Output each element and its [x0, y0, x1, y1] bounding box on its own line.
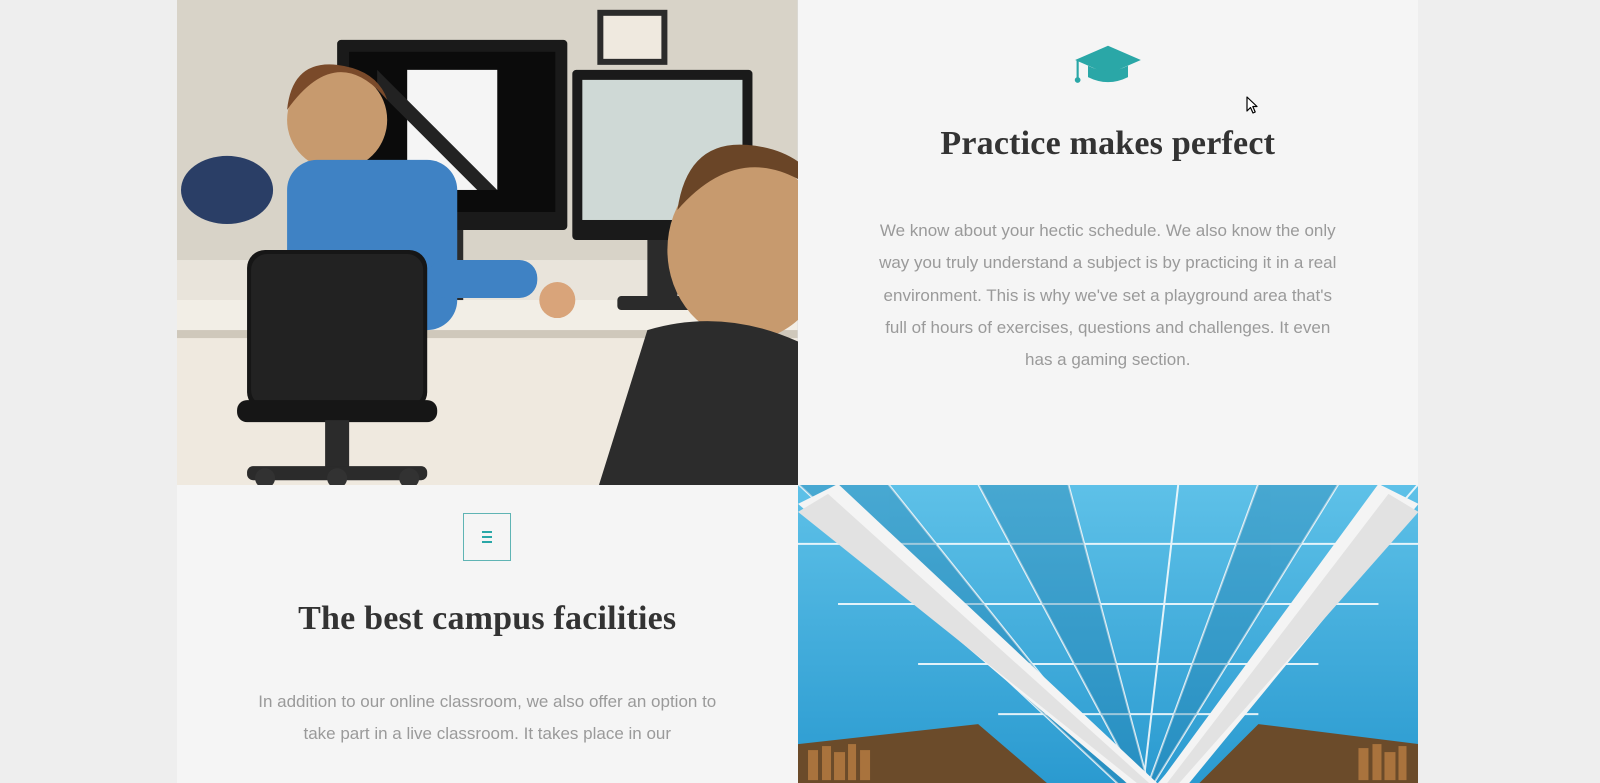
workstation-illustration [177, 0, 798, 485]
graduation-cap-icon [1072, 40, 1144, 95]
feature-2-body: In addition to our online classroom, we … [252, 686, 722, 751]
feature-1-body: We know about your hectic schedule. We a… [873, 215, 1343, 376]
feature-2-text: The best campus facilities In addition t… [177, 485, 798, 783]
feature-2-title: The best campus facilities [298, 600, 676, 638]
feature-2-image [798, 485, 1419, 783]
feature-row-1: Practice makes perfect We know about you… [177, 0, 1418, 485]
library-illustration [798, 485, 1419, 783]
feature-1-title: Practice makes perfect [940, 125, 1275, 163]
building-icon [463, 513, 511, 566]
feature-1-text: Practice makes perfect We know about you… [798, 0, 1419, 485]
feature-1-image [177, 0, 798, 485]
feature-row-2: The best campus facilities In addition t… [177, 485, 1418, 783]
content-page: Practice makes perfect We know about you… [177, 0, 1418, 783]
